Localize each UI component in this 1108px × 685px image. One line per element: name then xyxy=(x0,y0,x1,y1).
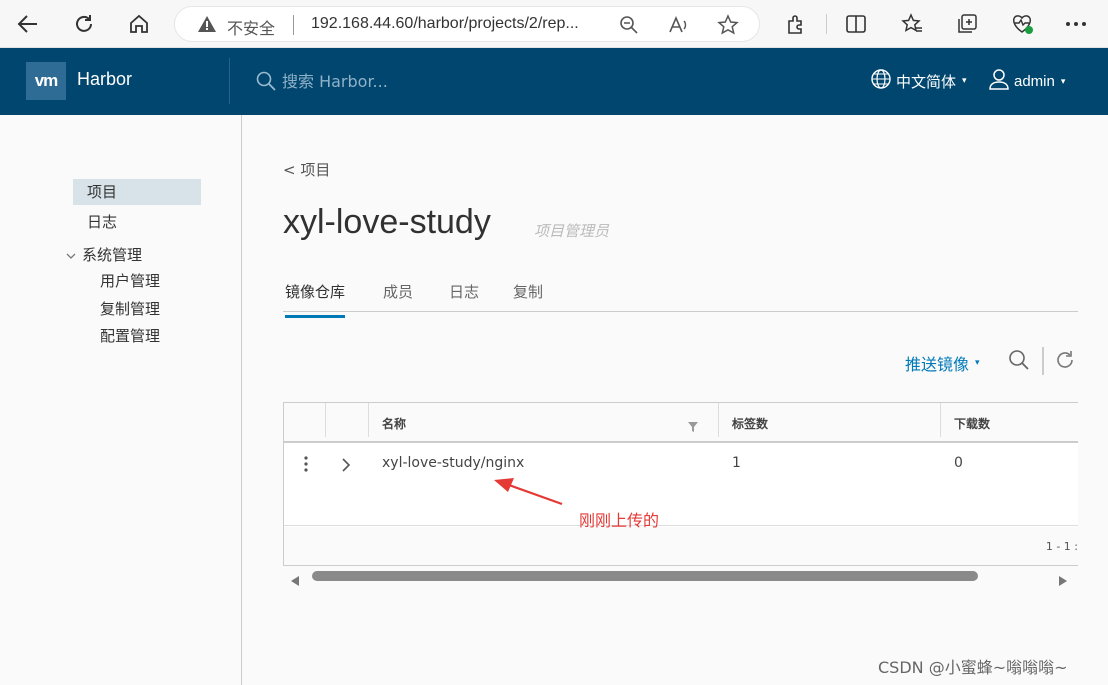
chevron-down-icon: ▾ xyxy=(1060,75,1066,86)
chevron-right-icon[interactable] xyxy=(342,457,351,476)
scroll-left-icon[interactable] xyxy=(291,571,299,590)
horizontal-scrollbar[interactable] xyxy=(283,569,1078,586)
filter-icon[interactable] xyxy=(688,417,698,436)
more-menu-icon[interactable] xyxy=(1062,10,1090,38)
browser-essentials-icon[interactable] xyxy=(1008,10,1036,38)
push-image-label: 推送镜像 xyxy=(905,355,970,374)
column-divider xyxy=(368,403,369,437)
sidebar-item-logs[interactable]: 日志 xyxy=(73,209,201,235)
back-icon[interactable] xyxy=(14,10,42,38)
read-aloud-icon[interactable] xyxy=(667,13,691,37)
sidebar-item-replication[interactable]: 复制管理 xyxy=(100,296,160,322)
column-header-tags[interactable]: 标签数 xyxy=(732,415,768,432)
page-title: xyl-love-study xyxy=(283,203,491,241)
browser-toolbar: 不安全 192.168.44.60/harbor/projects/2/rep.… xyxy=(0,0,1108,48)
breadcrumb[interactable]: < 项目 xyxy=(283,159,330,180)
vmware-logo[interactable]: vm xyxy=(26,62,66,100)
search-icon xyxy=(256,71,276,95)
refresh-icon[interactable] xyxy=(70,10,98,38)
user-icon xyxy=(988,68,1010,94)
url-text[interactable]: 192.168.44.60/harbor/projects/2/rep... xyxy=(311,15,611,33)
favorites-icon[interactable] xyxy=(898,10,926,38)
push-image-button[interactable]: 推送镜像 ▾ xyxy=(905,351,980,375)
row-actions-icon[interactable] xyxy=(304,456,308,476)
pull-count: 0 xyxy=(954,455,963,471)
sidebar-group-label: 系统管理 xyxy=(82,246,143,264)
table-row[interactable]: xyl-love-study/nginx 1 0 xyxy=(284,443,1078,526)
tab-members[interactable]: 成员 xyxy=(383,281,413,311)
address-bar[interactable]: 不安全 192.168.44.60/harbor/projects/2/rep.… xyxy=(174,6,760,42)
language-selector[interactable]: 中文简体 ▾ xyxy=(870,68,967,94)
column-divider xyxy=(325,403,326,437)
sidebar-item-projects[interactable]: 项目 xyxy=(73,179,201,205)
collections-icon[interactable] xyxy=(953,10,981,38)
global-search-input[interactable] xyxy=(282,69,482,93)
insecure-label: 不安全 xyxy=(227,19,276,38)
sidebar-group-admin[interactable]: 系统管理 xyxy=(66,242,142,268)
favorite-star-icon[interactable] xyxy=(716,13,740,37)
chevron-down-icon xyxy=(66,242,76,268)
chevron-down-icon: ▾ xyxy=(962,76,967,86)
table-footer: 1 - 1 : xyxy=(284,527,1078,565)
sidebar-item-users[interactable]: 用户管理 xyxy=(100,268,160,294)
extensions-icon[interactable] xyxy=(782,10,810,38)
annotation-arrow-icon xyxy=(494,478,563,506)
tab-replication[interactable]: 复制 xyxy=(513,281,543,311)
tab-repositories[interactable]: 镜像仓库 xyxy=(285,281,346,318)
warning-icon xyxy=(197,15,217,37)
address-divider xyxy=(293,15,294,35)
username-label: admin xyxy=(1014,72,1055,90)
project-tabs: 镜像仓库 成员 日志 复制 xyxy=(283,275,1078,318)
column-header-name[interactable]: 名称 xyxy=(382,415,406,432)
column-header-pulls[interactable]: 下载数 xyxy=(954,415,990,432)
main-content: < 项目 xyl-love-study 项目管理员 镜像仓库 成员 日志 复制 … xyxy=(243,115,1108,685)
scroll-right-icon[interactable] xyxy=(1059,571,1067,590)
app-header: vm Harbor 中文简体 ▾ admin ▾ xyxy=(0,48,1108,115)
search-icon[interactable] xyxy=(1008,349,1030,375)
home-icon[interactable] xyxy=(125,10,153,38)
user-menu[interactable]: admin ▾ xyxy=(988,68,1065,94)
app-title[interactable]: Harbor xyxy=(77,69,132,90)
toolbar-divider xyxy=(1042,347,1044,375)
column-divider xyxy=(718,403,719,437)
refresh-icon[interactable] xyxy=(1054,349,1076,375)
pagination-info: 1 - 1 : xyxy=(1045,540,1078,553)
scrollbar-thumb[interactable] xyxy=(312,571,978,581)
chevron-down-icon: ▾ xyxy=(975,358,980,368)
sidebar-item-configuration[interactable]: 配置管理 xyxy=(100,323,160,349)
language-label: 中文简体 xyxy=(896,72,957,91)
sidebar: 项目 日志 系统管理 用户管理 复制管理 配置管理 xyxy=(0,115,242,685)
watermark: CSDN @小蜜蜂~嗡嗡嗡~ xyxy=(878,658,1068,677)
table-header: 名称 标签数 下载数 xyxy=(284,403,1078,443)
annotation-text: 刚刚上传的 xyxy=(579,511,660,530)
header-divider xyxy=(229,58,230,104)
column-divider xyxy=(940,403,941,437)
project-role: 项目管理员 xyxy=(534,222,610,240)
zoom-icon[interactable] xyxy=(617,13,641,37)
tab-logs[interactable]: 日志 xyxy=(449,281,479,311)
tag-count: 1 xyxy=(732,455,741,471)
repositories-table: 名称 标签数 下载数 xyl-love-study/nginx 1 0 1 - … xyxy=(283,402,1078,566)
globe-icon xyxy=(870,68,892,94)
repository-name-link[interactable]: xyl-love-study/nginx xyxy=(382,455,524,471)
split-screen-icon[interactable] xyxy=(842,10,870,38)
toolbar-divider xyxy=(826,14,827,34)
